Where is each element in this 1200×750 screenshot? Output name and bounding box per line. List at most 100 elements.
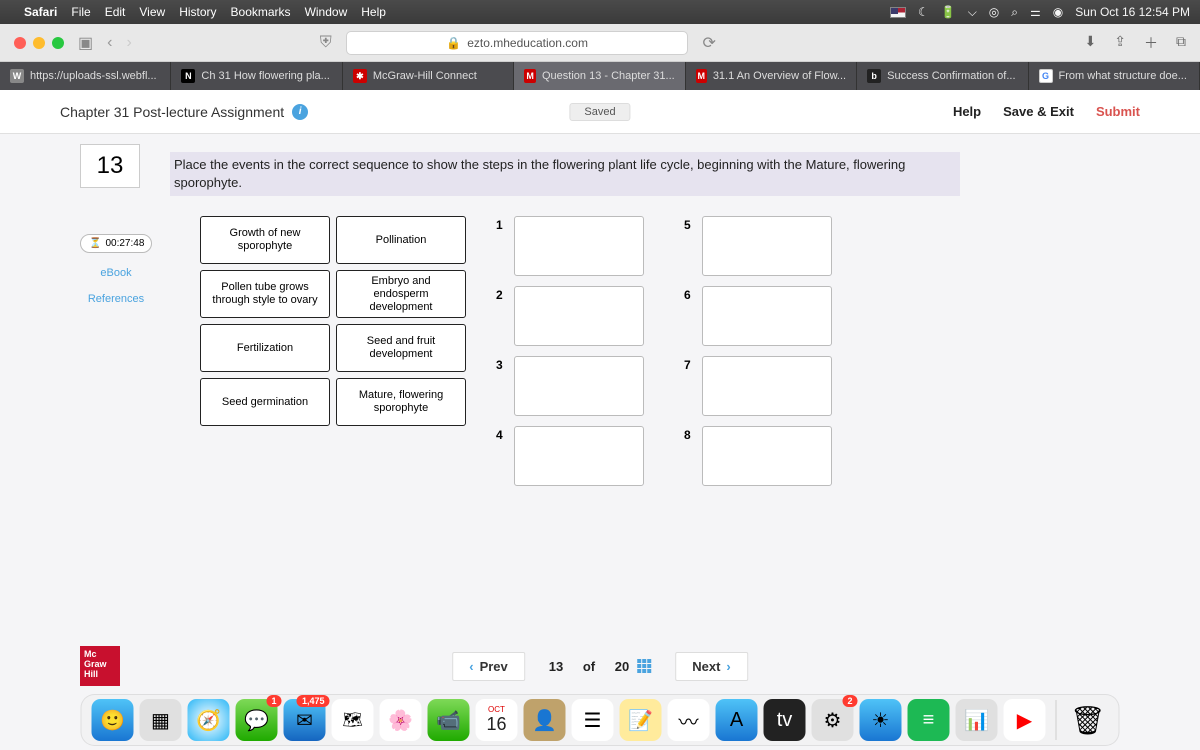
dock-finder[interactable]: 🙂 <box>92 699 134 741</box>
drop-slot-6[interactable] <box>702 286 832 346</box>
card-pool: Growth of new sporophyte Pollination Pol… <box>200 216 466 486</box>
dock-contacts[interactable]: 👤 <box>524 699 566 741</box>
dock-notes[interactable]: 📝 <box>620 699 662 741</box>
drop-slot-4[interactable] <box>514 426 644 486</box>
drop-slot-2[interactable] <box>514 286 644 346</box>
lock-icon: 🔒 <box>446 36 461 50</box>
card[interactable]: Fertilization <box>200 324 330 372</box>
card[interactable]: Pollen tube grows through style to ovary <box>200 270 330 318</box>
menu-bookmarks[interactable]: Bookmarks <box>231 5 291 19</box>
moon-icon[interactable]: ☾ <box>918 5 929 19</box>
page-indicator: 13 of 20 <box>549 659 651 674</box>
prev-button[interactable]: ‹Prev <box>452 652 525 681</box>
battery-icon[interactable]: 🔋 <box>941 5 956 19</box>
question-footer: McGrawHill ‹Prev 13 of 20 Next› <box>0 642 1200 690</box>
mcgraw-hill-logo: McGrawHill <box>80 646 120 686</box>
minimize-button[interactable] <box>33 37 45 49</box>
reload-button[interactable]: ⟳ <box>702 33 715 53</box>
tab-3[interactable]: MQuestion 13 - Chapter 31... <box>514 62 685 90</box>
question-sidebar: 00:27:48 eBook References <box>80 234 152 305</box>
dock-appstore[interactable]: A <box>716 699 758 741</box>
grid-icon[interactable] <box>637 659 651 673</box>
card[interactable]: Embryo and endosperm development <box>336 270 466 318</box>
menu-view[interactable]: View <box>139 5 165 19</box>
dock-app[interactable]: 📊 <box>956 699 998 741</box>
ebook-link[interactable]: eBook <box>80 267 152 279</box>
next-button[interactable]: Next› <box>675 652 748 681</box>
menu-edit[interactable]: Edit <box>105 5 126 19</box>
dock-messages[interactable]: 💬1 <box>236 699 278 741</box>
drop-slot-5[interactable] <box>702 216 832 276</box>
dock-trash[interactable]: 🗑 <box>1067 699 1109 741</box>
favicon: M <box>524 69 536 83</box>
tab-label: 31.1 An Overview of Flow... <box>713 70 846 82</box>
dock-facetime[interactable]: 📹 <box>428 699 470 741</box>
tab-5[interactable]: bSuccess Confirmation of... <box>857 62 1028 90</box>
shield-icon[interactable]: ⛨ <box>320 34 332 52</box>
tab-0[interactable]: Whttps://uploads-ssl.webfl... <box>0 62 171 90</box>
input-source-icon[interactable] <box>890 7 906 18</box>
tab-4[interactable]: M31.1 An Overview of Flow... <box>686 62 857 90</box>
dock-spotify[interactable]: ≡ <box>908 699 950 741</box>
tab-6[interactable]: GFrom what structure doe... <box>1029 62 1200 90</box>
control-center-icon[interactable]: ⚌ <box>1030 5 1041 19</box>
slot-number: 4 <box>496 426 508 442</box>
tab-label: From what structure doe... <box>1059 70 1187 82</box>
wifi-icon[interactable]: ⌵ <box>968 5 977 20</box>
menu-file[interactable]: File <box>71 5 90 19</box>
references-link[interactable]: References <box>80 293 152 305</box>
tabs-overview-icon[interactable]: ⧉ <box>1176 33 1186 53</box>
question-pager: ‹Prev 13 of 20 Next› <box>452 652 748 681</box>
sidebar-icon[interactable]: ▣ <box>78 33 93 53</box>
dock-weather[interactable]: ☀ <box>860 699 902 741</box>
drop-slot-8[interactable] <box>702 426 832 486</box>
downloads-icon[interactable]: ⬇ <box>1085 33 1097 53</box>
macos-dock: 🙂 ▦ 🧭 💬1 ✉1,475 🗺 🌸 📹 OCT16 👤 ☰ 📝 〰 A tv… <box>81 694 1120 746</box>
new-tab-icon[interactable]: ＋ <box>1144 33 1158 53</box>
menu-window[interactable]: Window <box>305 5 348 19</box>
card[interactable]: Seed germination <box>200 378 330 426</box>
tab-2[interactable]: ✱McGraw-Hill Connect <box>343 62 514 90</box>
info-icon[interactable]: i <box>292 104 308 120</box>
submit-button[interactable]: Submit <box>1096 104 1140 119</box>
card[interactable]: Pollination <box>336 216 466 264</box>
dock-maps[interactable]: 🗺 <box>332 699 374 741</box>
chevron-left-icon: ‹ <box>469 659 473 674</box>
card[interactable]: Mature, flowering sporophyte <box>336 378 466 426</box>
dock-settings[interactable]: ⚙2 <box>812 699 854 741</box>
card[interactable]: Seed and fruit development <box>336 324 466 372</box>
close-button[interactable] <box>14 37 26 49</box>
drop-slot-7[interactable] <box>702 356 832 416</box>
tab-label: McGraw-Hill Connect <box>373 70 477 82</box>
dock-calendar[interactable]: OCT16 <box>476 699 518 741</box>
save-exit-link[interactable]: Save & Exit <box>1003 104 1074 119</box>
dock-mail[interactable]: ✉1,475 <box>284 699 326 741</box>
dock-photos[interactable]: 🌸 <box>380 699 422 741</box>
dock-reminders[interactable]: ☰ <box>572 699 614 741</box>
user-icon[interactable]: ◎ <box>989 5 999 19</box>
dock-safari[interactable]: 🧭 <box>188 699 230 741</box>
fullscreen-button[interactable] <box>52 37 64 49</box>
siri-icon[interactable]: ◉ <box>1053 5 1063 19</box>
address-bar[interactable]: 🔒 ezto.mheducation.com <box>346 31 689 55</box>
dock-launchpad[interactable]: ▦ <box>140 699 182 741</box>
drop-slot-1[interactable] <box>514 216 644 276</box>
card[interactable]: Growth of new sporophyte <box>200 216 330 264</box>
clock[interactable]: Sun Oct 16 12:54 PM <box>1075 5 1190 19</box>
app-menu[interactable]: Safari <box>24 5 57 19</box>
window-controls[interactable] <box>14 37 64 49</box>
dock-tv[interactable]: tv <box>764 699 806 741</box>
drop-slot-3[interactable] <box>514 356 644 416</box>
search-icon[interactable]: ⌕ <box>1011 5 1018 20</box>
drop-slots: 1 2 3 4 5 6 7 8 <box>496 216 832 486</box>
back-button[interactable]: ‹ <box>107 34 112 52</box>
dock-youtube[interactable]: ▶ <box>1004 699 1046 741</box>
menu-help[interactable]: Help <box>361 5 386 19</box>
share-icon[interactable]: ⇪ <box>1114 33 1126 53</box>
help-link[interactable]: Help <box>953 104 981 119</box>
macos-menubar: Safari File Edit View History Bookmarks … <box>0 0 1200 24</box>
tab-1[interactable]: NCh 31 How flowering pla... <box>171 62 342 90</box>
menu-history[interactable]: History <box>179 5 216 19</box>
forward-button[interactable]: › <box>126 34 131 52</box>
dock-freeform[interactable]: 〰 <box>668 699 710 741</box>
